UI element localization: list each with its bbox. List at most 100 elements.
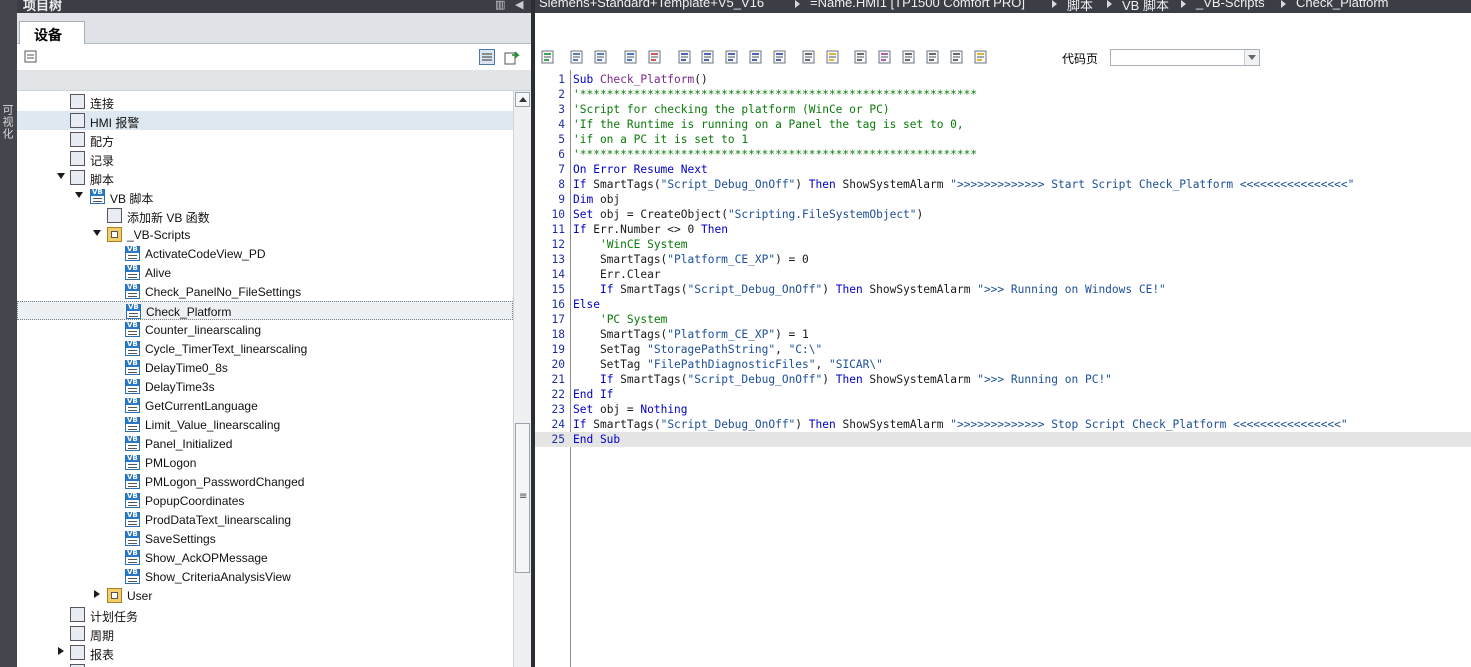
breadcrumb-item[interactable]: 脚本 — [1067, 0, 1093, 13]
tree-item[interactable]: Check_PanelNo_FileSettings — [17, 282, 513, 301]
function-list-icon[interactable] — [973, 49, 989, 65]
tree-item[interactable]: Show_CriteriaAnalysisView — [17, 567, 513, 586]
tree-item[interactable]: Show_AckOPMessage — [17, 548, 513, 567]
tree-item[interactable]: VB 脚本 — [17, 187, 513, 206]
tree-item[interactable]: 连接 — [17, 92, 513, 111]
next-bookmark-icon[interactable] — [724, 49, 740, 65]
tree-item[interactable]: Alive — [17, 263, 513, 282]
list-members-icon[interactable] — [853, 49, 869, 65]
code-line[interactable]: 25 End Sub — [535, 432, 1471, 447]
code-line[interactable]: 10 Set obj = CreateObject("Scripting.File… — [535, 207, 1471, 222]
breadcrumb-item[interactable]: =Name.HMI1 [TP1500 Comfort PRO] — [810, 0, 1025, 10]
clear-bookmarks-icon[interactable] — [748, 49, 764, 65]
tree-item[interactable]: User — [17, 586, 513, 605]
goto-line-icon[interactable] — [772, 49, 788, 65]
expand-arrow-icon[interactable] — [57, 173, 65, 179]
code-line[interactable]: 17 'PC System — [535, 312, 1471, 327]
side-tab-strip[interactable]: 可视化 — [0, 0, 17, 667]
scroll-thumb[interactable] — [515, 423, 530, 573]
comment-icon[interactable] — [623, 49, 639, 65]
code-line[interactable]: 9 Dim obj — [535, 192, 1471, 207]
breadcrumb-item[interactable]: VB 脚本 — [1122, 0, 1169, 13]
tree-item[interactable]: Panel_Initialized — [17, 434, 513, 453]
tree-item[interactable]: Counter_linearscaling — [17, 320, 513, 339]
parameter-info-icon[interactable] — [877, 49, 893, 65]
scroll-up-button[interactable] — [515, 92, 530, 107]
vb-script-icon — [125, 264, 140, 280]
quick-info-icon[interactable] — [901, 49, 917, 65]
tree-item[interactable]: SaveSettings — [17, 529, 513, 548]
code-line[interactable]: 18 SmartTags("Platform_CE_XP") = 1 — [535, 327, 1471, 342]
code-line[interactable]: 21 If SmartTags("Script_Debug_OnOff") Th… — [535, 372, 1471, 387]
code-line[interactable]: 15 If SmartTags("Script_Debug_OnOff") Th… — [535, 282, 1471, 297]
bookmark-icon[interactable] — [677, 49, 693, 65]
tree-item[interactable]: ActivateCodeView_PD — [17, 244, 513, 263]
code-line[interactable]: 14 Err.Clear — [535, 267, 1471, 282]
code-line[interactable]: 19 SetTag "StoragePathString", "C:\" — [535, 342, 1471, 357]
code-line[interactable]: 4 'If the Runtime is running on a Panel t… — [535, 117, 1471, 132]
outdent-icon[interactable] — [593, 49, 609, 65]
code-line[interactable]: 13 SmartTags("Platform_CE_XP") = 0 — [535, 252, 1471, 267]
tree-item[interactable]: 配方 — [17, 130, 513, 149]
tree-scrollbar[interactable] — [513, 91, 531, 667]
tree-item[interactable] — [17, 662, 513, 667]
code-line[interactable]: 7 On Error Resume Next — [535, 162, 1471, 177]
tab-devices[interactable]: 设备 — [19, 21, 85, 45]
export-icon[interactable] — [504, 49, 520, 65]
tree-item[interactable]: 脚本 — [17, 168, 513, 187]
breadcrumb-item[interactable]: Siemens+Standard+Template+V5_V16 — [539, 0, 764, 10]
tree-item[interactable]: DelayTime3s — [17, 377, 513, 396]
code-line[interactable]: 11 If Err.Number <> 0 Then — [535, 222, 1471, 237]
expand-arrow-icon[interactable] — [93, 230, 101, 236]
tree-item[interactable]: Cycle_TimerText_linearscaling — [17, 339, 513, 358]
tree-item[interactable]: 周期 — [17, 624, 513, 643]
tree-item[interactable]: DelayTime0_8s — [17, 358, 513, 377]
indent-icon[interactable] — [569, 49, 585, 65]
code-line[interactable]: 20 SetTag "FilePathDiagnosticFiles", "SI… — [535, 357, 1471, 372]
collapse-panel-icon[interactable]: ◀ — [515, 0, 523, 11]
tree-item[interactable]: PopupCoordinates — [17, 491, 513, 510]
tree-item[interactable]: 记录 — [17, 149, 513, 168]
tree-item[interactable]: _VB-Scripts — [17, 225, 513, 244]
code-area[interactable]: 1 Sub Check_Platform() 2 '*****************… — [535, 70, 1471, 667]
code-line[interactable]: 5 'if on a PC it is set to 1 — [535, 132, 1471, 147]
tree-item[interactable]: 添加新 VB 函数 — [17, 206, 513, 225]
overview-view-icon[interactable] — [479, 49, 495, 65]
collapse-arrow-icon[interactable] — [94, 590, 100, 598]
code-line[interactable]: 22 End If — [535, 387, 1471, 402]
code-line[interactable]: 1 Sub Check_Platform() — [535, 72, 1471, 87]
word-completion-icon[interactable] — [925, 49, 941, 65]
code-line[interactable]: 24 If SmartTags("Script_Debug_OnOff") The… — [535, 417, 1471, 432]
code-line[interactable]: 6 '**************************************… — [535, 147, 1471, 162]
chevron-down-icon[interactable] — [1244, 50, 1259, 65]
tree-item[interactable]: Limit_Value_linearscaling — [17, 415, 513, 434]
syntax-check-icon[interactable] — [540, 49, 556, 65]
tree-item[interactable]: Check_Platform — [17, 301, 513, 320]
code-line[interactable]: 23 Set obj = Nothing — [535, 402, 1471, 417]
code-line[interactable]: 12 'WinCE System — [535, 237, 1471, 252]
tree-item[interactable]: GetCurrentLanguage — [17, 396, 513, 415]
tree-item[interactable]: PMLogon_PasswordChanged — [17, 472, 513, 491]
object-list-icon[interactable] — [801, 49, 817, 65]
highlight-icon[interactable] — [825, 49, 841, 65]
tree-item[interactable]: HMI 报警 — [17, 111, 513, 130]
collapse-arrow-icon[interactable] — [58, 647, 64, 655]
tree-item[interactable]: PMLogon — [17, 453, 513, 472]
tag-selection-icon[interactable] — [949, 49, 965, 65]
tree-item[interactable]: ProdDataText_linearscaling — [17, 510, 513, 529]
breadcrumb-item[interactable]: Check_Platform — [1296, 0, 1388, 10]
tree-item[interactable]: 报表 — [17, 643, 513, 662]
code-line[interactable]: 3 'Script for checking the platform (WinC… — [535, 102, 1471, 117]
tree-item[interactable]: 计划任务 — [17, 605, 513, 624]
code-line[interactable]: 8 If SmartTags("Script_Debug_OnOff") Then… — [535, 177, 1471, 192]
code-line[interactable]: 2 '**************************************… — [535, 87, 1471, 102]
visualization-side-tab[interactable]: 可视化 — [1, 104, 15, 140]
codepage-select[interactable] — [1110, 49, 1260, 66]
code-line[interactable]: 16 Else — [535, 297, 1471, 312]
breadcrumb-item[interactable]: _VB-Scripts — [1196, 0, 1265, 10]
expand-arrow-icon[interactable] — [75, 192, 83, 198]
uncomment-icon[interactable] — [647, 49, 663, 65]
prev-bookmark-icon[interactable] — [700, 49, 716, 65]
pin-icon[interactable]: ▥ — [495, 0, 505, 11]
properties-icon[interactable] — [23, 49, 39, 65]
